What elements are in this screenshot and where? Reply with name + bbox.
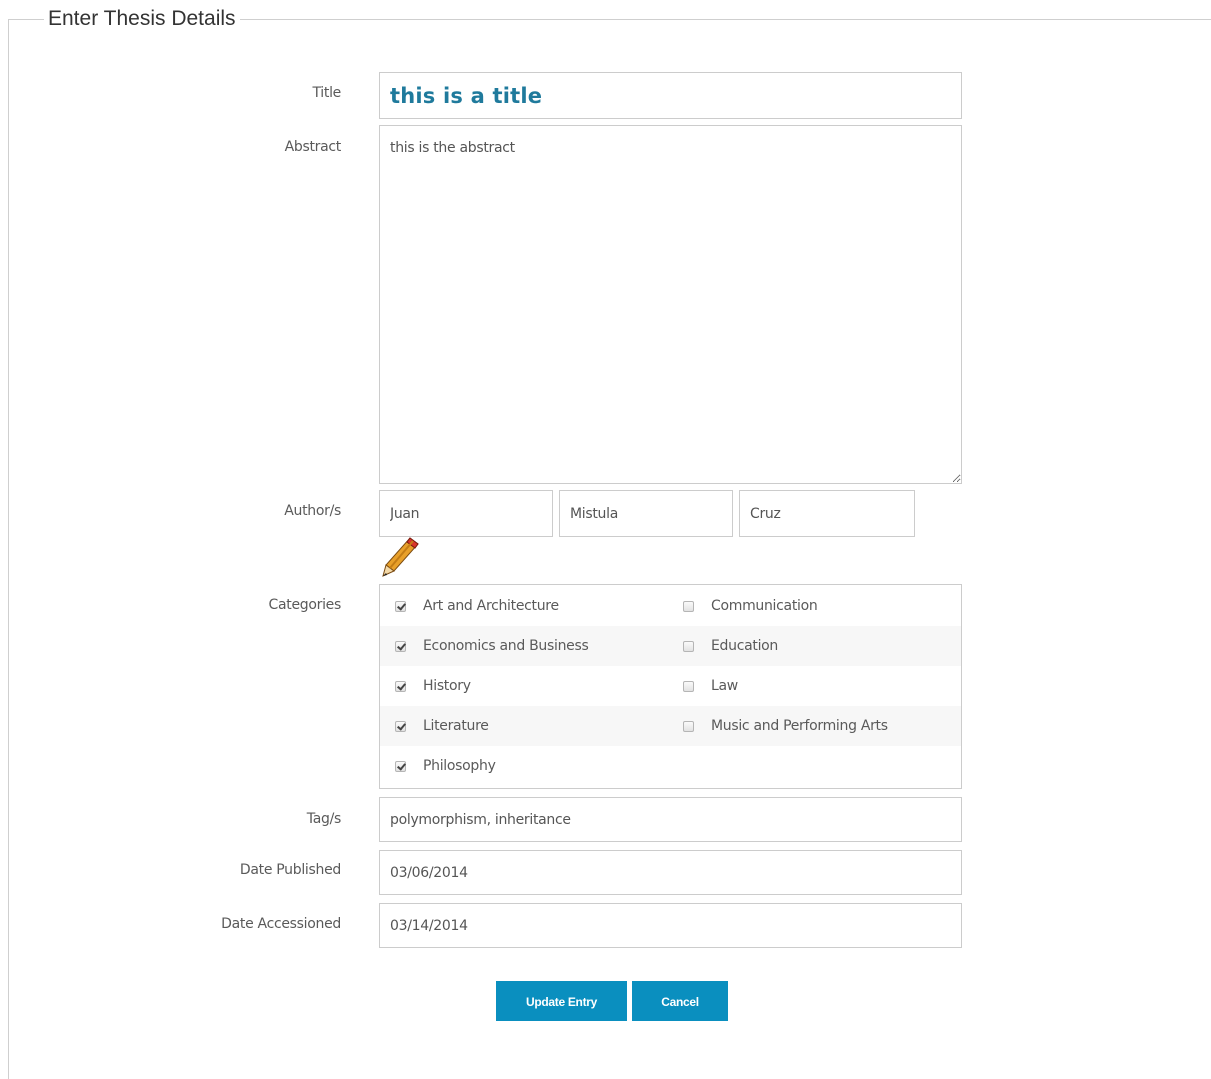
author-first-name-input[interactable] <box>379 490 553 537</box>
checkbox-checked[interactable] <box>395 760 406 772</box>
author-last-name-input[interactable] <box>739 490 915 537</box>
category-row: History Law <box>380 666 961 706</box>
category-label: Law <box>711 678 738 694</box>
pencil-icon[interactable] <box>380 535 420 579</box>
checkbox-unchecked[interactable] <box>683 600 694 612</box>
author-middle-name-input[interactable] <box>559 490 733 537</box>
checkbox-unchecked[interactable] <box>683 680 694 692</box>
category-label: Music and Performing Arts <box>711 718 888 734</box>
categories-checklist: Art and Architecture Communication Econo… <box>379 584 962 789</box>
abstract-label: Abstract <box>284 139 342 155</box>
authors-label: Author/s <box>284 503 341 519</box>
category-literature[interactable]: Literature <box>395 706 489 746</box>
category-label: Art and Architecture <box>423 598 559 614</box>
date-published-input[interactable] <box>379 850 962 895</box>
category-economics-and-business[interactable]: Economics and Business <box>395 626 589 666</box>
category-row: Economics and Business Education <box>380 626 961 666</box>
category-philosophy[interactable]: Philosophy <box>395 746 496 786</box>
category-art-and-architecture[interactable]: Art and Architecture <box>395 586 559 626</box>
tags-label: Tag/s <box>306 811 342 827</box>
category-label: Education <box>711 638 778 654</box>
category-history[interactable]: History <box>395 666 471 706</box>
category-label: Literature <box>423 718 489 734</box>
category-label: Economics and Business <box>423 638 589 654</box>
title-input[interactable] <box>379 72 962 119</box>
checkbox-checked[interactable] <box>395 720 406 732</box>
update-entry-button[interactable]: Update Entry <box>496 981 627 1021</box>
category-communication[interactable]: Communication <box>683 586 818 626</box>
date-accessioned-label: Date Accessioned <box>221 916 341 932</box>
category-label: Philosophy <box>423 758 496 774</box>
abstract-textarea[interactable]: this is the abstract <box>379 125 962 484</box>
checkbox-checked[interactable] <box>395 600 406 612</box>
title-label: Title <box>312 85 341 101</box>
category-label: History <box>423 678 471 694</box>
checkbox-unchecked[interactable] <box>683 640 694 652</box>
fieldset-legend: Enter Thesis Details <box>44 6 240 32</box>
date-accessioned-input[interactable] <box>379 903 962 948</box>
checkbox-checked[interactable] <box>395 640 406 652</box>
category-music-and-performing-arts[interactable]: Music and Performing Arts <box>683 706 888 746</box>
category-row: Art and Architecture Communication <box>380 586 961 626</box>
date-published-label: Date Published <box>239 862 341 878</box>
category-row: Philosophy <box>380 746 961 786</box>
checkbox-checked[interactable] <box>395 680 406 692</box>
cancel-button[interactable]: Cancel <box>632 981 728 1021</box>
category-label: Communication <box>711 598 818 614</box>
categories-label: Categories <box>268 597 342 613</box>
tags-input[interactable] <box>379 797 962 842</box>
category-education[interactable]: Education <box>683 626 778 666</box>
checkbox-unchecked[interactable] <box>683 720 694 732</box>
category-row: Literature Music and Performing Arts <box>380 706 961 746</box>
category-law[interactable]: Law <box>683 666 738 706</box>
